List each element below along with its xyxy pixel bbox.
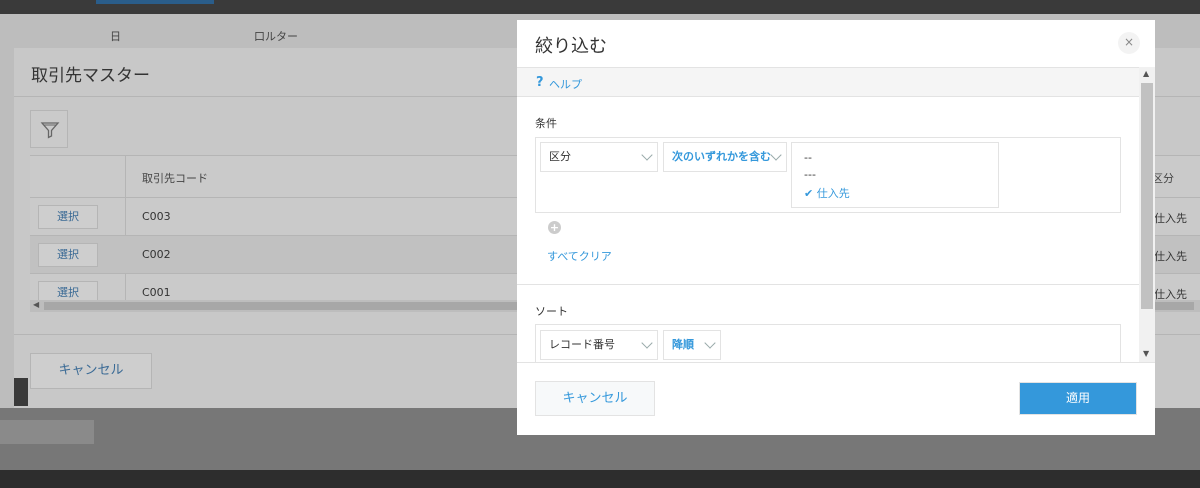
bottom-bar — [0, 470, 1200, 488]
chevron-down-icon — [641, 337, 653, 349]
cancel-button[interactable]: キャンセル — [535, 381, 655, 416]
row-kubun: 仕入先 — [1154, 250, 1187, 263]
close-icon[interactable]: × — [1118, 32, 1140, 54]
chevron-down-icon — [704, 337, 716, 349]
left-column — [0, 48, 14, 408]
row-kubun: 仕入先 — [1154, 212, 1187, 225]
sort-row: レコード番号 降順 — [535, 324, 1121, 362]
option-blank[interactable]: -- — [804, 151, 812, 164]
clear-all-link[interactable]: すべてクリア — [547, 248, 612, 264]
scrollbar-thumb[interactable] — [1141, 83, 1153, 309]
condition-row: 区分 次のいずれかを含む -- --- ✔ 仕入先 — [535, 137, 1121, 213]
check-icon: ✔ — [804, 187, 814, 200]
master-title: 取引先マスター — [31, 66, 150, 86]
help-icon: ? — [536, 75, 544, 90]
sort-order-select[interactable]: 降順 — [663, 330, 721, 360]
sort-label: ソート — [535, 305, 568, 318]
vertical-scrollbar[interactable]: ▲ ▼ — [1139, 67, 1155, 362]
top-bar — [0, 0, 1200, 14]
sort-field-select[interactable]: レコード番号 — [540, 330, 658, 360]
condition-field-select[interactable]: 区分 — [540, 142, 658, 172]
select-button[interactable]: 選択 — [38, 205, 98, 229]
select-value: 次のいずれかを含む — [672, 150, 771, 163]
master-cancel-button[interactable]: キャンセル — [30, 353, 152, 389]
filter-modal: 絞り込む × ? ヘルプ 条件 区分 次のいずれかを含む -- --- ✔ 仕入… — [517, 20, 1155, 435]
select-value: レコード番号 — [549, 338, 615, 351]
chevron-down-icon — [770, 149, 782, 161]
form-label-date: 日 — [110, 30, 121, 43]
left-dark-band — [14, 378, 28, 406]
add-condition-icon[interactable]: + — [548, 221, 561, 234]
filter-button[interactable] — [30, 110, 68, 148]
modal-title: 絞り込む — [535, 36, 607, 57]
select-value: 区分 — [549, 150, 571, 163]
option-dash[interactable]: --- — [804, 168, 816, 181]
help-bar[interactable]: ? ヘルプ — [517, 67, 1139, 97]
bottom-gray-block — [0, 420, 94, 444]
row-code: C001 — [142, 286, 171, 299]
funnel-icon — [40, 122, 60, 139]
conditions-label: 条件 — [535, 117, 557, 130]
option-label: 仕入先 — [816, 187, 850, 200]
option-supplier[interactable]: ✔ 仕入先 — [804, 185, 850, 201]
chevron-down-icon — [641, 149, 653, 161]
help-link[interactable]: ヘルプ — [549, 76, 582, 92]
header-kubun: 区分 — [1152, 172, 1174, 185]
divider — [517, 362, 1155, 363]
form-label-filter: 口ルター — [254, 30, 298, 43]
scroll-left-icon[interactable]: ◀ — [33, 300, 39, 309]
row-code: C003 — [142, 210, 171, 223]
header-code: 取引先コード — [142, 172, 208, 185]
apply-button[interactable]: 適用 — [1019, 382, 1137, 415]
condition-value-list[interactable]: -- --- ✔ 仕入先 — [791, 142, 999, 208]
scroll-up-icon[interactable]: ▲ — [1143, 69, 1149, 78]
active-tab-indicator — [96, 0, 214, 4]
modal-body: ? ヘルプ 条件 区分 次のいずれかを含む -- --- ✔ 仕入先 + すべて… — [517, 67, 1155, 362]
select-value: 降順 — [672, 338, 694, 351]
select-button[interactable]: 選択 — [38, 243, 98, 267]
row-code: C002 — [142, 248, 171, 261]
condition-operator-select[interactable]: 次のいずれかを含む — [663, 142, 787, 172]
scroll-down-icon[interactable]: ▼ — [1143, 349, 1149, 358]
divider — [517, 284, 1139, 285]
